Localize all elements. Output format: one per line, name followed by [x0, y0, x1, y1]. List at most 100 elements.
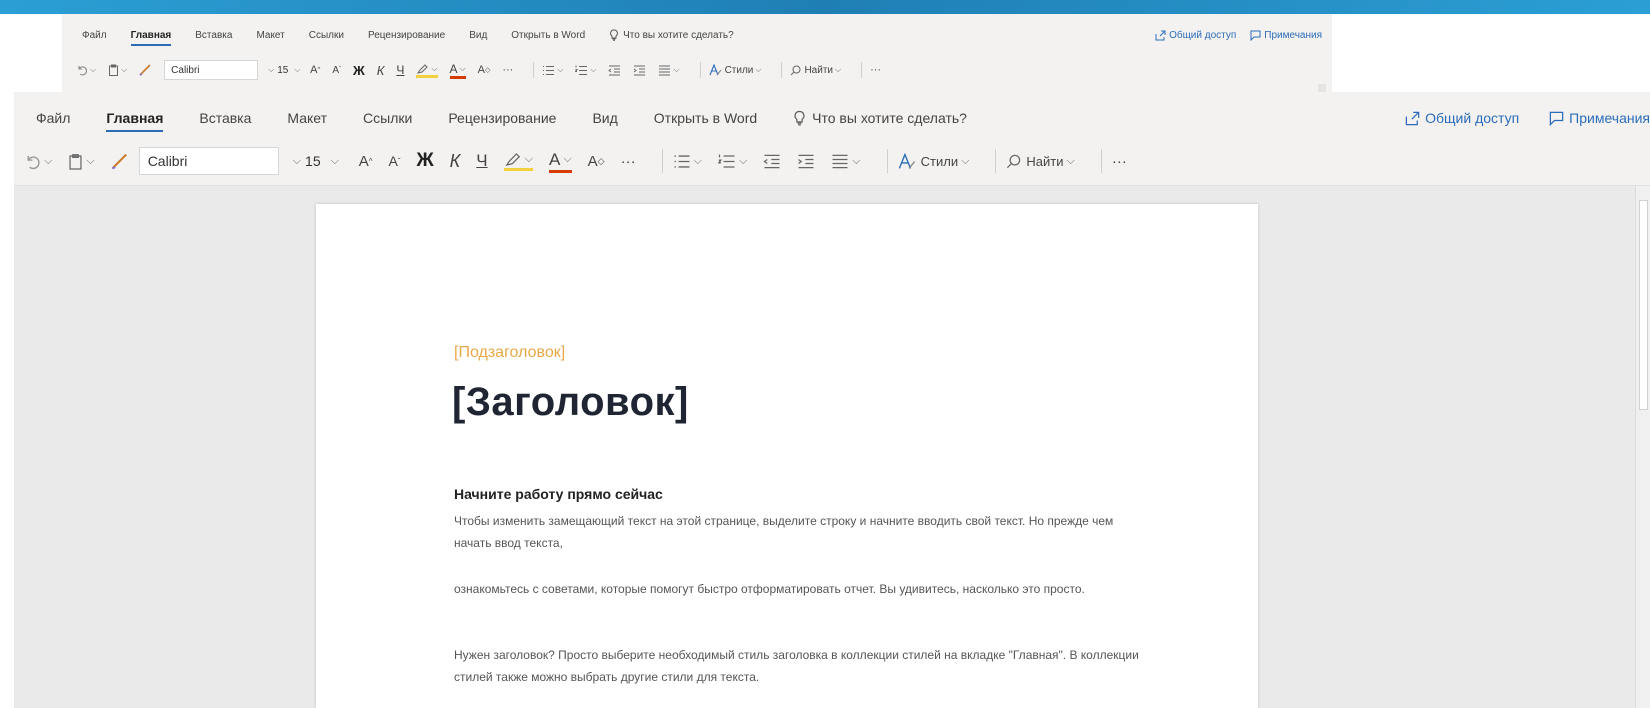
tell-me-search[interactable]: Что вы хотите сделать?	[793, 110, 967, 126]
document-page[interactable]: [Подзаголовок] [Заголовок] Начните работ…	[316, 204, 1258, 708]
toolbar-separator	[1100, 149, 1102, 173]
document-title[interactable]: [Заголовок]	[452, 380, 689, 425]
toolbar-separator	[886, 149, 888, 173]
highlight-button[interactable]: ⌵	[503, 151, 533, 171]
tab-open-in-word[interactable]: Открыть в Word	[654, 110, 757, 126]
document-canvas: [Подзаголовок] [Заголовок] Начните работ…	[14, 186, 1650, 708]
italic-label: К	[376, 62, 385, 78]
tab-file[interactable]: Файл	[82, 30, 107, 41]
shrink-font-button[interactable]: Aˇ	[388, 153, 400, 169]
font-name-select[interactable]: Calibri	[164, 60, 259, 80]
clipboard-icon	[69, 153, 82, 170]
tab-home[interactable]: Главная	[106, 110, 163, 132]
bold-button[interactable]: Ж	[353, 63, 365, 78]
paste-button[interactable]: ⌵	[108, 64, 127, 76]
more-options-button[interactable]: ···	[870, 64, 881, 76]
increase-indent-button[interactable]	[797, 154, 815, 169]
document-paragraph[interactable]: Нужен заголовок? Просто выберите необход…	[454, 644, 1144, 688]
underline-button[interactable]: Ч	[476, 151, 487, 171]
tab-open-in-word[interactable]: Открыть в Word	[511, 30, 585, 41]
italic-button[interactable]: К	[377, 63, 385, 78]
brush-icon	[111, 153, 127, 169]
more-font-options-button[interactable]: ···	[621, 153, 636, 170]
underline-button[interactable]: Ч	[396, 63, 404, 77]
tab-insert[interactable]: Вставка	[195, 30, 232, 41]
tab-insert[interactable]: Вставка	[199, 110, 251, 126]
undo-button[interactable]: ⌵	[76, 64, 96, 76]
highlighter-icon	[417, 63, 429, 74]
indent-icon	[798, 154, 814, 168]
underline-label: Ч	[476, 151, 488, 170]
bullets-button[interactable]: ⌵	[673, 154, 702, 169]
font-name-value: Calibri	[147, 153, 188, 169]
document-subtitle[interactable]: [Подзаголовок]	[454, 344, 565, 362]
more-font-options-label: ···	[502, 64, 514, 76]
document-paragraph[interactable]: ознакомьтесь с советами, которые помогут…	[454, 578, 1144, 600]
highlight-button[interactable]: ⌵	[416, 63, 438, 78]
scrollbar-thumb[interactable]	[1639, 200, 1648, 410]
more-font-options-button[interactable]: ···	[502, 64, 513, 76]
font-size-select[interactable]: ⌵ 15 ⌵	[262, 60, 306, 80]
document-heading[interactable]: Начните работу прямо сейчас	[454, 486, 663, 502]
grow-font-button[interactable]: A ^	[359, 153, 373, 170]
decrease-indent-button[interactable]	[763, 154, 781, 169]
vertical-scrollbar[interactable]	[1635, 186, 1650, 708]
tab-view[interactable]: Вид	[469, 30, 487, 41]
numbering-button[interactable]: ⌵	[575, 65, 596, 76]
shrink-font-button[interactable]: Aˇ	[332, 65, 341, 76]
bold-button[interactable]: Ж	[416, 150, 433, 172]
increase-indent-button[interactable]	[633, 65, 646, 76]
search-icon	[1007, 154, 1021, 168]
font-size-select[interactable]: ⌵ 15 ⌵	[285, 147, 345, 175]
bullets-button[interactable]: ⌵	[542, 65, 563, 76]
share-label: Общий доступ	[1425, 110, 1520, 126]
find-button[interactable]: Найти ⌵	[1006, 154, 1075, 169]
find-button[interactable]: Найти ⌵	[790, 65, 841, 76]
toolbar-separator	[699, 62, 701, 78]
comments-label: Примечания	[1569, 110, 1650, 126]
tab-references[interactable]: Ссылки	[309, 30, 344, 41]
font-color-button[interactable]: A ⌵	[449, 62, 466, 79]
styles-button[interactable]: Стили ⌵	[709, 64, 761, 76]
clear-formatting-button[interactable]: A ◇	[588, 153, 605, 170]
paste-button[interactable]: ⌵	[68, 153, 95, 170]
tab-file[interactable]: Файл	[36, 110, 70, 126]
format-painter-button[interactable]	[111, 153, 129, 170]
align-button[interactable]: ⌵	[658, 65, 680, 76]
font-name-select[interactable]: Calibri	[138, 147, 279, 175]
chevron-down-icon: ⌵	[524, 153, 533, 165]
bullet-list-icon	[543, 65, 555, 75]
numbering-button[interactable]: ⌵	[717, 154, 747, 169]
undo-button[interactable]: ⌵	[24, 153, 52, 170]
comments-button[interactable]: Примечания	[1250, 30, 1322, 41]
more-font-options-label: ···	[620, 152, 636, 170]
comments-button[interactable]: Примечания	[1549, 110, 1650, 126]
tab-layout[interactable]: Макет	[287, 110, 327, 126]
tab-references[interactable]: Ссылки	[363, 110, 412, 126]
decrease-indent-button[interactable]	[608, 65, 621, 76]
shrink-font-label: A	[332, 64, 339, 76]
chevron-down-icon: ⌵	[292, 154, 302, 167]
tab-review[interactable]: Рецензирование	[448, 110, 556, 126]
tell-me-search[interactable]: Что вы хотите сделать?	[609, 29, 734, 41]
comments-label: Примечания	[1264, 29, 1322, 41]
document-paragraph[interactable]: Чтобы изменить замещающий текст на этой …	[454, 510, 1144, 554]
tab-review[interactable]: Рецензирование	[368, 30, 445, 41]
tab-view[interactable]: Вид	[592, 110, 617, 126]
tab-home[interactable]: Главная	[130, 30, 171, 46]
more-options-button[interactable]: ···	[1112, 153, 1127, 170]
italic-button[interactable]: К	[450, 151, 461, 172]
styles-icon	[709, 64, 721, 76]
share-button[interactable]: Общий доступ	[1155, 30, 1236, 41]
toolbar-separator	[533, 62, 535, 78]
find-label: Найти	[804, 64, 833, 76]
share-button[interactable]: Общий доступ	[1405, 110, 1519, 126]
grow-font-button[interactable]: A ^	[310, 64, 320, 76]
clear-formatting-button[interactable]: A ◇	[478, 64, 491, 76]
font-color-button[interactable]: A ⌵	[548, 150, 572, 173]
styles-button[interactable]: Стили ⌵	[898, 152, 969, 170]
format-painter-button[interactable]	[139, 64, 152, 76]
align-button[interactable]: ⌵	[831, 154, 861, 169]
bold-label: Ж	[416, 150, 434, 171]
tab-layout[interactable]: Макет	[256, 30, 284, 41]
